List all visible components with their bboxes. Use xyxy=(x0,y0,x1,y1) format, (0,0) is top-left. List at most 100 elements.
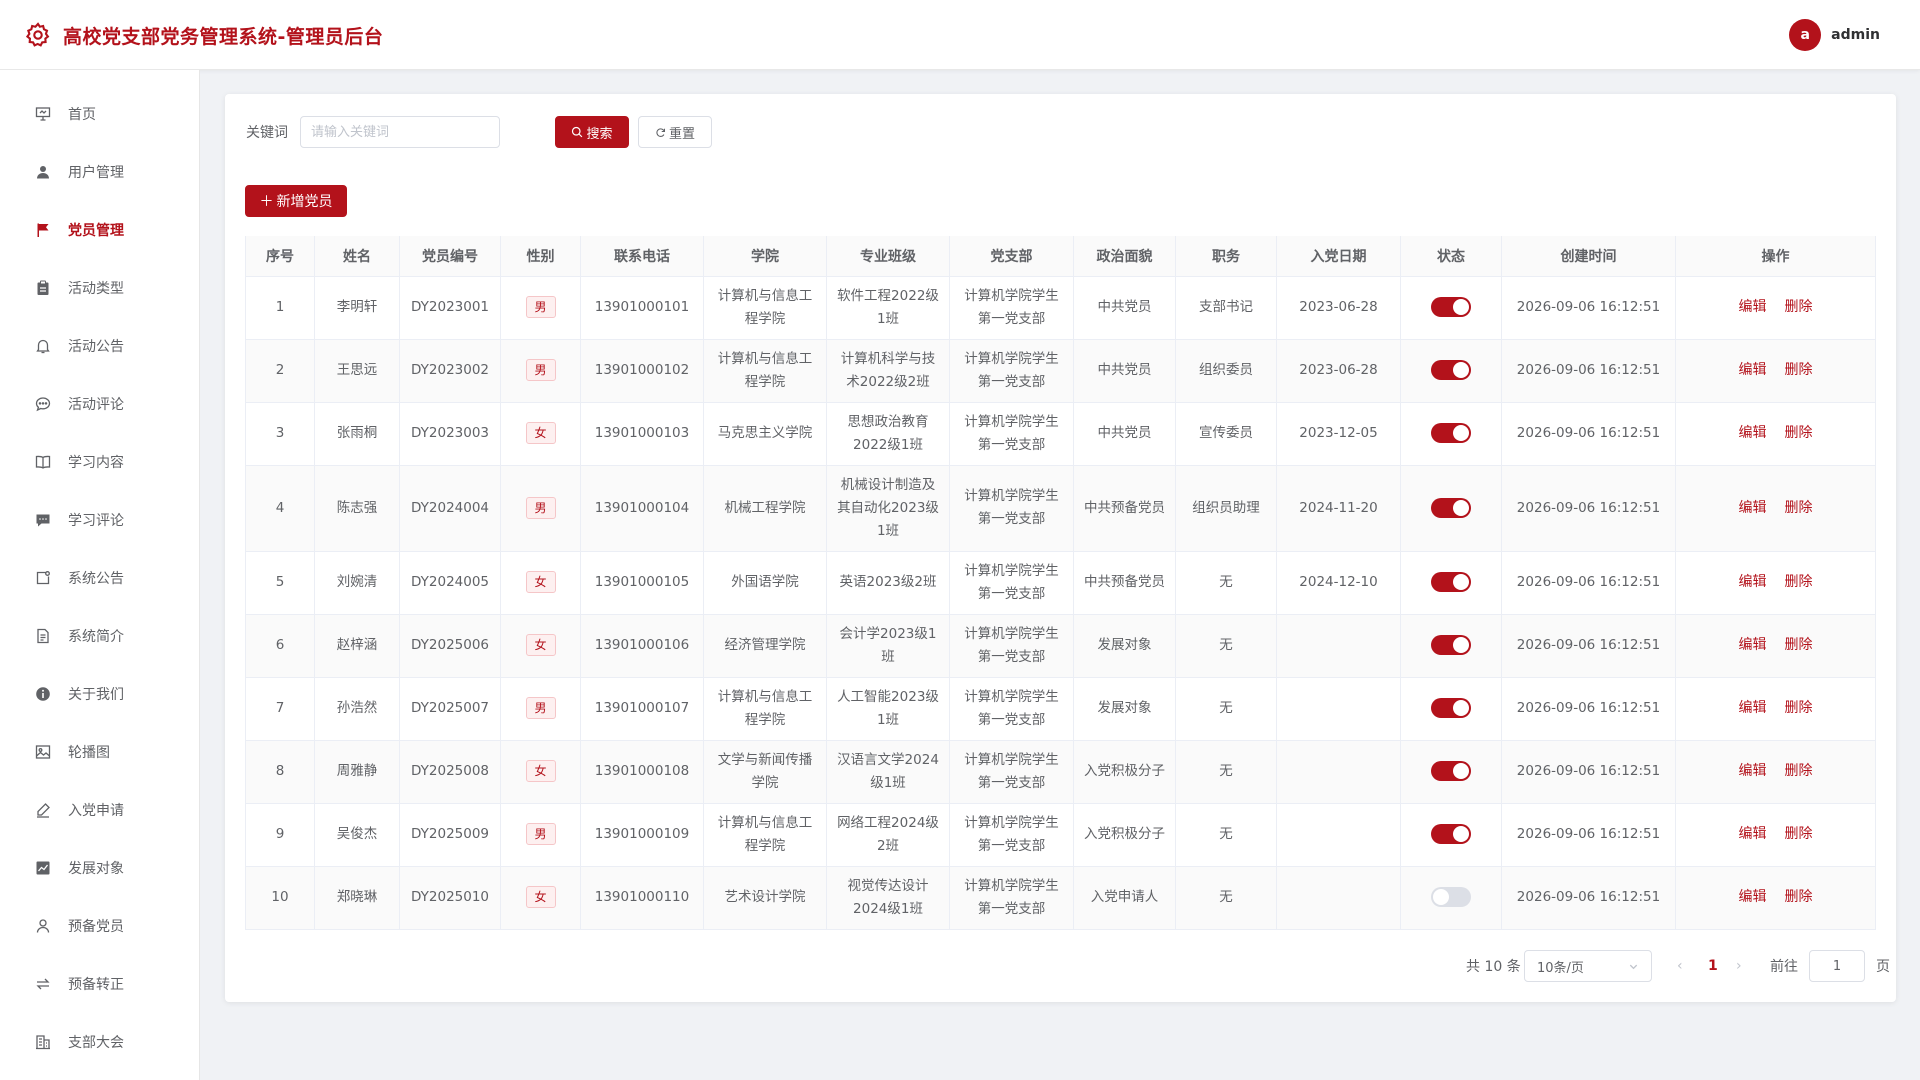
sidebar-item[interactable]: 预备转正 xyxy=(0,962,200,1006)
status-toggle[interactable] xyxy=(1431,360,1471,380)
status-toggle[interactable] xyxy=(1431,297,1471,317)
status-toggle[interactable] xyxy=(1431,635,1471,655)
edit-button[interactable]: 编辑 xyxy=(1739,574,1767,590)
cell-political: 中共党员 xyxy=(1073,402,1176,466)
delete-button[interactable]: 删除 xyxy=(1785,574,1813,590)
cell-actions: 编辑 删除 xyxy=(1675,866,1876,930)
delete-button[interactable]: 删除 xyxy=(1785,637,1813,653)
user-name[interactable]: admin xyxy=(1831,27,1880,43)
edit-button[interactable]: 编辑 xyxy=(1739,425,1767,441)
cell-political: 入党申请人 xyxy=(1073,866,1176,930)
sidebar-item[interactable]: 轮播图 xyxy=(0,730,200,774)
delete-button[interactable]: 删除 xyxy=(1785,362,1813,378)
cell-college: 经济管理学院 xyxy=(703,614,827,678)
status-toggle[interactable] xyxy=(1431,698,1471,718)
edit-button[interactable]: 编辑 xyxy=(1739,299,1767,315)
cell-phone: 13901000104 xyxy=(580,465,704,552)
cell-gender: 男 xyxy=(500,677,581,741)
status-toggle[interactable] xyxy=(1431,572,1471,592)
edit-button[interactable]: 编辑 xyxy=(1739,500,1767,516)
sidebar-item[interactable]: 活动类型 xyxy=(0,266,200,310)
cell-major: 英语2023级2班 xyxy=(826,551,950,615)
sidebar-item[interactable]: 支部大会 xyxy=(0,1020,200,1064)
status-toggle[interactable] xyxy=(1431,824,1471,844)
status-toggle[interactable] xyxy=(1431,497,1471,518)
prev-page-button[interactable]: ‹ xyxy=(1677,958,1683,974)
sidebar-item[interactable]: 系统简介 xyxy=(0,614,200,658)
delete-button[interactable]: 删除 xyxy=(1785,826,1813,842)
sidebar-item[interactable]: 关于我们 xyxy=(0,672,200,716)
search-button-label: 搜索 xyxy=(586,126,613,142)
edit-button[interactable]: 编辑 xyxy=(1739,889,1767,905)
cell-branch: 计算机学院学生第一党支部 xyxy=(949,339,1074,403)
delete-button[interactable]: 删除 xyxy=(1785,889,1813,905)
status-toggle[interactable] xyxy=(1431,887,1471,907)
sidebar-item-label: 关于我们 xyxy=(68,687,124,703)
sidebar-item[interactable]: 学习内容 xyxy=(0,440,200,484)
cell-political: 入党积极分子 xyxy=(1073,740,1176,804)
top-header: 高校党支部党务管理系统-管理员后台 a admin xyxy=(0,0,1920,70)
sidebar-item[interactable]: 发展对象 xyxy=(0,846,200,890)
cell-code: DY2025007 xyxy=(399,677,501,741)
cell-status xyxy=(1400,551,1502,615)
cell-actions: 编辑 删除 xyxy=(1675,740,1876,804)
sidebar-item[interactable]: 用户管理 xyxy=(0,150,200,194)
page-number-current[interactable]: 1 xyxy=(1708,958,1718,974)
cell-gender: 男 xyxy=(500,276,581,340)
cell-political: 入党积极分子 xyxy=(1073,803,1176,867)
cell-major: 汉语言文学2024级1班 xyxy=(826,740,950,804)
delete-button[interactable]: 删除 xyxy=(1785,700,1813,716)
page-size-value: 10条/页 xyxy=(1537,960,1584,976)
cell-political: 中共预备党员 xyxy=(1073,551,1176,615)
avatar[interactable]: a xyxy=(1789,19,1822,51)
page-size-select[interactable]: 10条/页 xyxy=(1524,950,1652,982)
status-toggle[interactable] xyxy=(1431,761,1471,781)
cell-political: 中共预备党员 xyxy=(1073,465,1176,552)
keyword-input[interactable] xyxy=(300,116,500,148)
cell-actions: 编辑 删除 xyxy=(1675,339,1876,403)
sidebar-item[interactable]: 入党申请 xyxy=(0,788,200,832)
delete-button[interactable]: 删除 xyxy=(1785,763,1813,779)
sidebar-item-label: 学习评论 xyxy=(68,513,124,529)
edit-button[interactable]: 编辑 xyxy=(1739,637,1767,653)
edit-button[interactable]: 编辑 xyxy=(1739,362,1767,378)
gender-tag: 女 xyxy=(525,760,556,782)
edit-button[interactable]: 编辑 xyxy=(1739,700,1767,716)
edit-button[interactable]: 编辑 xyxy=(1739,826,1767,842)
column-header: 专业班级 xyxy=(826,236,950,277)
cell-political: 中共党员 xyxy=(1073,276,1176,340)
cell-major: 机械设计制造及其自动化2023级1班 xyxy=(826,465,950,552)
refresh-icon xyxy=(656,127,665,137)
cell-phone: 13901000108 xyxy=(580,740,704,804)
sidebar-item[interactable]: 首页 xyxy=(0,92,200,136)
cell-political: 发展对象 xyxy=(1073,677,1176,741)
cell-name: 赵梓涵 xyxy=(314,614,400,678)
cell-political: 发展对象 xyxy=(1073,614,1176,678)
user-menu[interactable]: a admin xyxy=(1789,19,1880,51)
cell-position: 无 xyxy=(1175,866,1277,930)
sidebar-item[interactable]: 系统公告 xyxy=(0,556,200,600)
delete-button[interactable]: 删除 xyxy=(1785,425,1813,441)
sidebar-item-label: 预备党员 xyxy=(68,919,124,935)
add-member-button[interactable]: ＋ 新增党员 xyxy=(245,185,347,217)
next-page-button[interactable]: › xyxy=(1736,958,1742,974)
status-toggle[interactable] xyxy=(1431,423,1471,443)
search-button[interactable]: 搜索 xyxy=(555,116,629,148)
delete-button[interactable]: 删除 xyxy=(1785,500,1813,516)
goto-page-input[interactable] xyxy=(1809,950,1865,982)
sidebar-item[interactable]: 学习评论 xyxy=(0,498,200,542)
sidebar-item[interactable]: 活动公告 xyxy=(0,324,200,368)
table-row: 8 周雅静 DY2025008 女 13901000108 文学与新闻传播学院 汉语言文学2… xyxy=(245,740,1876,804)
sidebar-item[interactable]: 党员管理 xyxy=(0,208,200,252)
edit-button[interactable]: 编辑 xyxy=(1739,763,1767,779)
reset-button[interactable]: 重置 xyxy=(638,116,712,148)
sidebar-item-label: 系统公告 xyxy=(68,571,124,587)
delete-button[interactable]: 删除 xyxy=(1785,299,1813,315)
cell-created: 2026-09-06 16:12:51 xyxy=(1501,740,1676,804)
sidebar-item[interactable]: 预备党员 xyxy=(0,904,200,948)
cell-code: DY2025006 xyxy=(399,614,501,678)
gender-tag: 男 xyxy=(525,359,556,381)
sidebar-item[interactable]: 活动评论 xyxy=(0,382,200,426)
cell-join-date: 2023-06-28 xyxy=(1276,276,1401,340)
gender-tag: 女 xyxy=(525,571,556,593)
